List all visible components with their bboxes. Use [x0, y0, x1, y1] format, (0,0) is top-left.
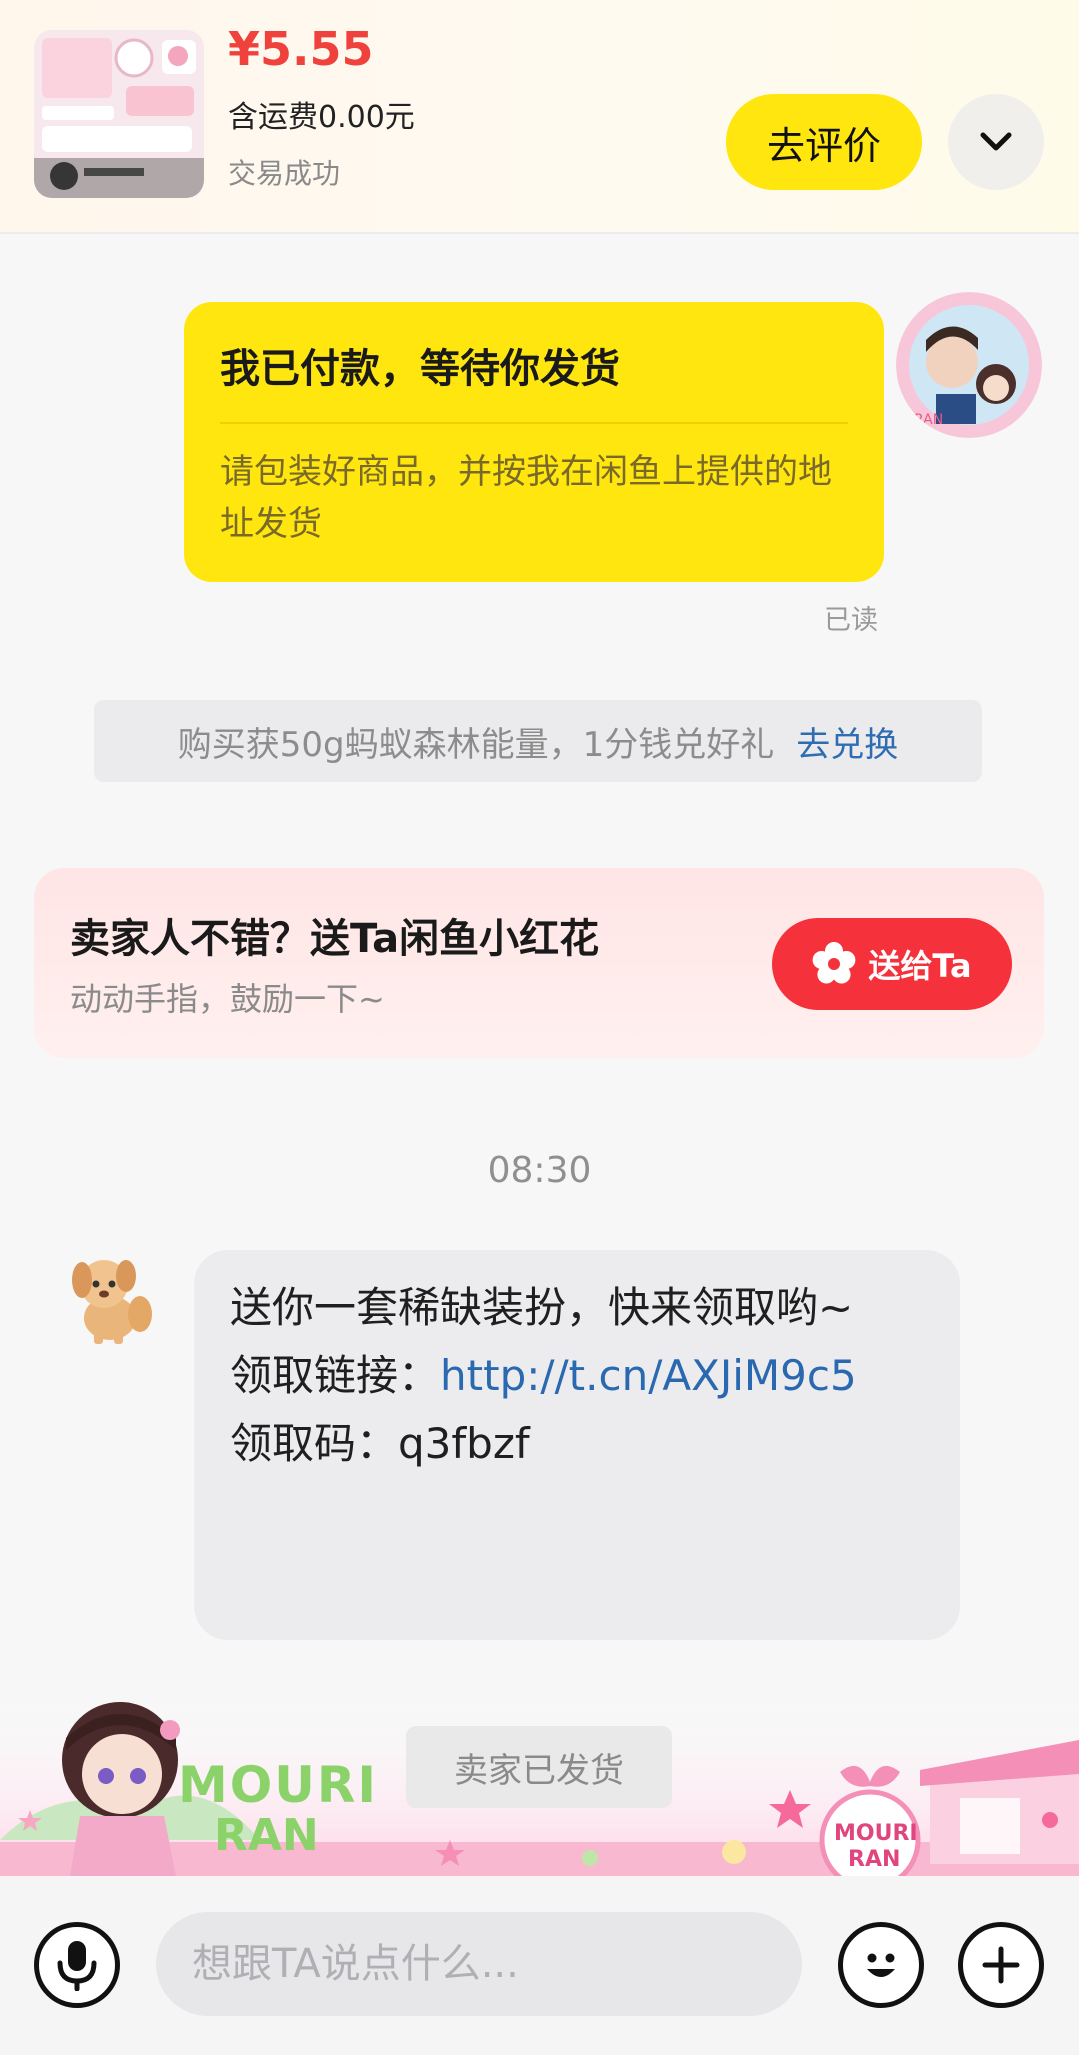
received-message-bubble[interactable]: 送你一套稀缺装扮，快来领取哟~ 领取链接：http://t.cn/AXJiM9c…: [194, 1250, 960, 1640]
sent-message-bubble[interactable]: 我已付款，等待你发货 请包装好商品，并按我在闲鱼上提供的地址发货: [184, 302, 884, 582]
message-timestamp: 08:30: [487, 1150, 592, 1191]
received-link-row: 领取链接：http://t.cn/AXJiM9c5: [230, 1342, 924, 1410]
flower-icon: [812, 942, 856, 984]
flower-card: 卖家人不错？送Ta闲鱼小红花 动动手指，鼓励一下~ 送给Ta: [34, 868, 1044, 1058]
seller-avatar[interactable]: [58, 1244, 162, 1348]
promo-text: 购买获50g蚂蚁森林能量，1分钱兑好礼: [177, 724, 775, 765]
svg-text:RAN: RAN: [848, 1847, 900, 1872]
claim-link[interactable]: http://t.cn/AXJiM9c5: [440, 1351, 857, 1400]
shipping-status-notice: 卖家已发货: [406, 1726, 672, 1808]
svg-text:RAN: RAN: [214, 1810, 319, 1861]
order-price: ¥5.55: [228, 22, 374, 76]
bubble-divider: [220, 422, 848, 424]
more-button[interactable]: [958, 1922, 1044, 2008]
my-avatar[interactable]: RAN: [896, 292, 1042, 438]
message-input[interactable]: [156, 1912, 802, 2016]
promo-redeem-link[interactable]: 去兑换: [796, 717, 898, 766]
svg-text:MOURI: MOURI: [178, 1756, 378, 1814]
product-thumbnail[interactable]: [34, 30, 204, 198]
message-input-bar: [0, 1876, 1079, 2055]
code-label: 领取码：: [230, 1419, 399, 1468]
order-status: 交易成功: [228, 157, 341, 190]
order-header: ¥5.55 含运费0.00元 交易成功 去评价: [0, 0, 1079, 234]
read-status: 已读: [824, 605, 878, 636]
flower-card-title: 卖家人不错？送Ta闲鱼小红花: [70, 916, 600, 962]
emoji-button[interactable]: [838, 1922, 924, 2008]
sent-message-body: 请包装好商品，并按我在闲鱼上提供的地址发货: [220, 452, 832, 544]
svg-text:RAN: RAN: [914, 412, 943, 428]
voice-button[interactable]: [34, 1922, 120, 2008]
review-button[interactable]: 去评价: [726, 94, 922, 190]
send-flower-label: 送给Ta: [868, 947, 972, 985]
promo-banner: 购买获50g蚂蚁森林能量，1分钱兑好礼 去兑换: [94, 700, 982, 782]
svg-text:MOURI: MOURI: [834, 1821, 918, 1846]
sent-message-title: 我已付款，等待你发货: [220, 346, 620, 392]
emoji-icon: [867, 1953, 895, 1977]
received-message-line1: 送你一套稀缺装扮，快来领取哟~: [230, 1283, 854, 1332]
claim-code: q3fbzf: [398, 1419, 530, 1468]
send-flower-button[interactable]: 送给Ta: [772, 918, 1012, 1010]
link-label: 领取链接：: [230, 1351, 441, 1400]
expand-button[interactable]: [948, 94, 1044, 190]
microphone-icon: [57, 1941, 97, 1991]
flower-card-subtitle: 动动手指，鼓励一下~: [70, 980, 385, 1018]
chevron-down-icon: [980, 132, 1012, 151]
plus-icon: [982, 1946, 1020, 1984]
shipping-fee: 含运费0.00元: [228, 100, 415, 135]
received-code-row: 领取码：q3fbzf: [230, 1410, 924, 1478]
